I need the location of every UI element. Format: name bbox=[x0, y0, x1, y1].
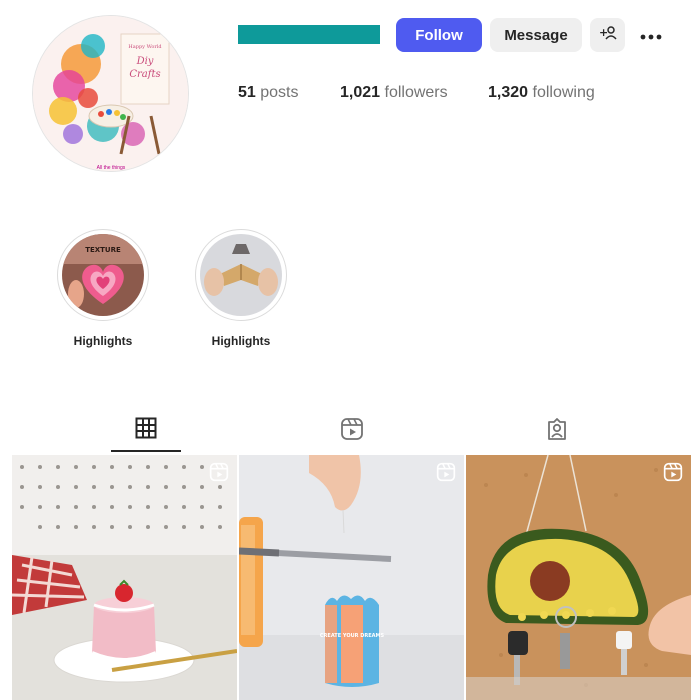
posts-grid: CREATE YOUR DREAMS bbox=[12, 455, 691, 700]
posts-stat: 51 posts bbox=[238, 84, 299, 102]
posts-label: posts bbox=[260, 84, 299, 101]
profile-tabs bbox=[12, 410, 688, 454]
add-user-icon: + bbox=[599, 25, 617, 45]
highlight-cover[interactable]: TEXTURE bbox=[57, 229, 149, 321]
profile-avatar[interactable]: Happy World Diy Crafts All the things bbox=[32, 15, 189, 172]
reel-indicator-icon bbox=[436, 462, 456, 482]
add-user-button[interactable]: + bbox=[590, 18, 625, 52]
posts-count: 51 bbox=[238, 84, 256, 101]
post-tile[interactable]: CREATE YOUR DREAMS bbox=[239, 455, 464, 700]
following-stat[interactable]: 1,320 following bbox=[488, 84, 595, 102]
reel-indicator-icon bbox=[663, 462, 683, 482]
avatar-line3: Crafts bbox=[129, 69, 160, 80]
post-tile[interactable] bbox=[12, 455, 237, 700]
highlight-cover-text: TEXTURE bbox=[85, 246, 121, 254]
highlight-label: Highlights bbox=[211, 334, 271, 348]
following-count: 1,320 bbox=[488, 84, 529, 101]
reels-icon bbox=[340, 417, 364, 446]
tab-posts[interactable] bbox=[111, 410, 181, 452]
grid-icon bbox=[135, 417, 157, 444]
reel-indicator-icon bbox=[209, 462, 229, 482]
more-options-button[interactable] bbox=[634, 18, 668, 52]
tab-tagged[interactable] bbox=[522, 410, 592, 452]
tagged-icon bbox=[545, 417, 569, 446]
svg-text:+: + bbox=[599, 26, 608, 39]
message-button[interactable]: Message bbox=[490, 18, 582, 52]
avatar-bottom-text: All the things bbox=[97, 165, 126, 171]
more-options-icon bbox=[640, 27, 662, 44]
followers-count: 1,021 bbox=[340, 84, 381, 101]
avatar-line2: Diy bbox=[136, 56, 154, 67]
highlight-label: Highlights bbox=[73, 334, 133, 348]
highlight-cover[interactable] bbox=[195, 229, 287, 321]
cup-text: CREATE YOUR DREAMS bbox=[320, 633, 385, 639]
avatar-line1: Happy World bbox=[128, 44, 162, 50]
post-tile[interactable] bbox=[466, 455, 691, 700]
followers-stat[interactable]: 1,021 followers bbox=[340, 84, 448, 102]
followers-label: followers bbox=[384, 84, 448, 101]
username-redacted bbox=[238, 25, 380, 44]
follow-button[interactable]: Follow bbox=[396, 18, 482, 52]
tab-reels[interactable] bbox=[317, 410, 387, 452]
following-label: following bbox=[532, 84, 595, 101]
highlight-item[interactable]: Highlights bbox=[195, 229, 287, 348]
highlight-item[interactable]: TEXTURE Highlights bbox=[57, 229, 149, 348]
